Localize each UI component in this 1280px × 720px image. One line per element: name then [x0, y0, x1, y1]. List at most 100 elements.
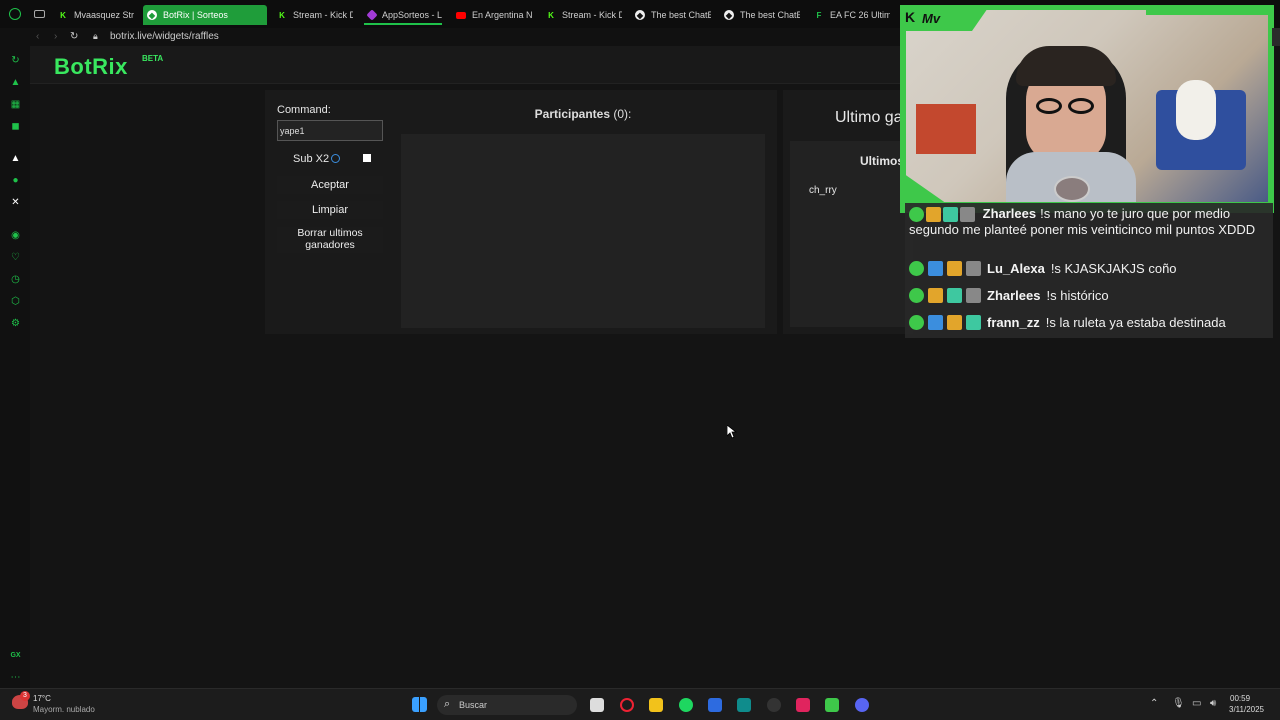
- accept-button[interactable]: Aceptar: [277, 176, 383, 194]
- tab-ea-fc[interactable]: F EA FC 26 Ultim: [810, 5, 890, 25]
- gx-icon[interactable]: GX: [10, 650, 21, 661]
- tab-chatb-1[interactable]: ◆ The best ChatB: [631, 5, 711, 25]
- chat-username: Zharlees: [982, 206, 1037, 221]
- tiktok-icon[interactable]: [796, 698, 810, 712]
- notification-count: 3: [20, 691, 30, 701]
- windows-start-icon[interactable]: [412, 697, 427, 712]
- tab-stream-kick-2[interactable]: K Stream - Kick D: [542, 5, 622, 25]
- chatb-icon: ◆: [635, 10, 645, 20]
- discord-icon[interactable]: [855, 698, 869, 712]
- appsorteos-icon: [366, 9, 378, 21]
- botrix-logo[interactable]: BotRix: [54, 54, 128, 80]
- moderator-badge-icon: [909, 207, 924, 223]
- screen: K Mvaasquez Str ◆ BotRix | Sorteos K Str…: [0, 0, 1280, 720]
- gx-control-icon[interactable]: ▲: [10, 77, 21, 88]
- tab-appsorteos[interactable]: AppSorteos - L: [364, 5, 442, 25]
- crown-badge-icon: [928, 288, 943, 303]
- url-text[interactable]: botrix.live/widgets/raffles: [110, 31, 219, 42]
- tab-label: Stream - Kick D: [293, 10, 353, 20]
- tab-youtube[interactable]: En Argentina N: [452, 5, 532, 25]
- spotify-icon[interactable]: [679, 698, 693, 712]
- info-icon[interactable]: [331, 154, 340, 163]
- obs-icon[interactable]: [767, 698, 781, 712]
- weather-desc: Mayorm. nublado: [33, 705, 95, 714]
- sub-badge-icon: [960, 207, 975, 223]
- history-icon[interactable]: ↻: [10, 55, 21, 66]
- scrollbar[interactable]: [1272, 28, 1280, 46]
- tab-mvaasquez[interactable]: K Mvaasquez Str: [54, 5, 134, 25]
- chat-username: Zharlees: [987, 288, 1041, 303]
- clear-button[interactable]: Limpiar: [277, 201, 383, 219]
- tab-label: Mvaasquez Str: [74, 10, 134, 20]
- opera-gx-logo-icon[interactable]: [9, 8, 21, 20]
- chat-username: frann_zz: [987, 315, 1040, 330]
- webcam-video: [906, 10, 1268, 202]
- beta-tag: BETA: [142, 54, 164, 63]
- botrix-icon: ◆: [147, 10, 157, 20]
- volume-icon[interactable]: 🔊︎: [1210, 698, 1216, 709]
- extensions-icon[interactable]: ⬡: [10, 296, 21, 307]
- clock-icon[interactable]: ◷: [10, 274, 21, 285]
- crown-badge-icon: [947, 261, 962, 276]
- play-icon[interactable]: ◉: [10, 230, 21, 241]
- participants-label: Participantes: [534, 107, 611, 121]
- tab-label: BotRix | Sorteos: [163, 10, 228, 20]
- chevron-up-icon[interactable]: ⌃: [1150, 698, 1158, 709]
- tab-chatb-2[interactable]: ◆ The best ChatB: [720, 5, 800, 25]
- kick-icon: K: [548, 10, 554, 20]
- chat-text: !s histórico: [1046, 288, 1109, 303]
- settings-icon[interactable]: ⚙: [10, 318, 21, 329]
- gx-cleaner-icon[interactable]: ▦: [10, 99, 21, 110]
- gx-app-icon[interactable]: [825, 698, 839, 712]
- search-placeholder: Buscar: [459, 700, 488, 710]
- display-icon[interactable]: ▭: [1192, 698, 1201, 709]
- opera-icon[interactable]: [620, 698, 634, 712]
- microphone: [1054, 176, 1090, 202]
- youtube-icon: [456, 11, 466, 19]
- forward-icon[interactable]: ›: [54, 31, 57, 42]
- more-icon[interactable]: ⋯: [10, 672, 21, 683]
- last-winners-title: Ultimos: [860, 154, 905, 168]
- wall-art: [916, 104, 976, 154]
- file-explorer-icon[interactable]: [649, 698, 663, 712]
- tab-botrix[interactable]: ◆ BotRix | Sorteos: [143, 5, 267, 25]
- tab-list-icon[interactable]: [34, 10, 45, 18]
- search-box[interactable]: ⌕ Buscar: [437, 695, 577, 715]
- back-icon[interactable]: ‹: [36, 31, 39, 42]
- clock-time[interactable]: 00:59: [1230, 694, 1250, 703]
- gifter-badge-icon: [947, 288, 962, 303]
- plush-toy: [1176, 80, 1216, 140]
- task-view-icon[interactable]: [590, 698, 604, 712]
- heart-icon[interactable]: ♡: [10, 252, 21, 263]
- tab-label: The best ChatB: [740, 10, 800, 20]
- reload-icon[interactable]: ↻: [70, 31, 78, 42]
- tab-stream-kick-1[interactable]: K Stream - Kick D: [273, 5, 353, 25]
- command-input[interactable]: yape1: [277, 120, 383, 141]
- store-icon[interactable]: [708, 698, 722, 712]
- webcam-overlay: K Mv: [900, 5, 1274, 213]
- participants-heading: Participantes (0):: [401, 107, 765, 121]
- chat-message: frann_zz !s la ruleta ya estaba destinada: [909, 315, 1226, 330]
- microphone-icon[interactable]: 🎙︎: [1172, 698, 1185, 709]
- glasses-right: [1068, 98, 1094, 114]
- channel-tag: Mv: [922, 11, 941, 26]
- app-icon[interactable]: [737, 698, 751, 712]
- moderator-badge-icon: [909, 288, 924, 303]
- botrix-header: BotRix BETA: [30, 46, 910, 84]
- sub-x2-checkbox[interactable]: [363, 154, 371, 162]
- delete-winners-button[interactable]: Borrar ultimos ganadores: [277, 227, 383, 253]
- gifter-badge-icon: [966, 315, 981, 330]
- mouse-cursor-icon: [727, 425, 737, 439]
- chat-message: Lu_Alexa !s KJASKJAKJS coño: [909, 261, 1177, 276]
- whatsapp-icon[interactable]: ●: [10, 175, 21, 186]
- chat-message: Zharlees !s mano yo te juro que por medio…: [909, 206, 1269, 238]
- player-icon[interactable]: ◼: [10, 121, 21, 132]
- search-icon: ⌕: [444, 698, 451, 710]
- x-icon[interactable]: ✕: [10, 197, 21, 208]
- tab-label: AppSorteos - L: [382, 10, 442, 20]
- ai-icon[interactable]: ▲: [10, 153, 21, 164]
- participants-count: (0):: [613, 107, 632, 121]
- vip-badge-icon: [928, 261, 943, 276]
- clock-date[interactable]: 3/11/2025: [1229, 705, 1264, 714]
- sub-badge-icon: [966, 288, 981, 303]
